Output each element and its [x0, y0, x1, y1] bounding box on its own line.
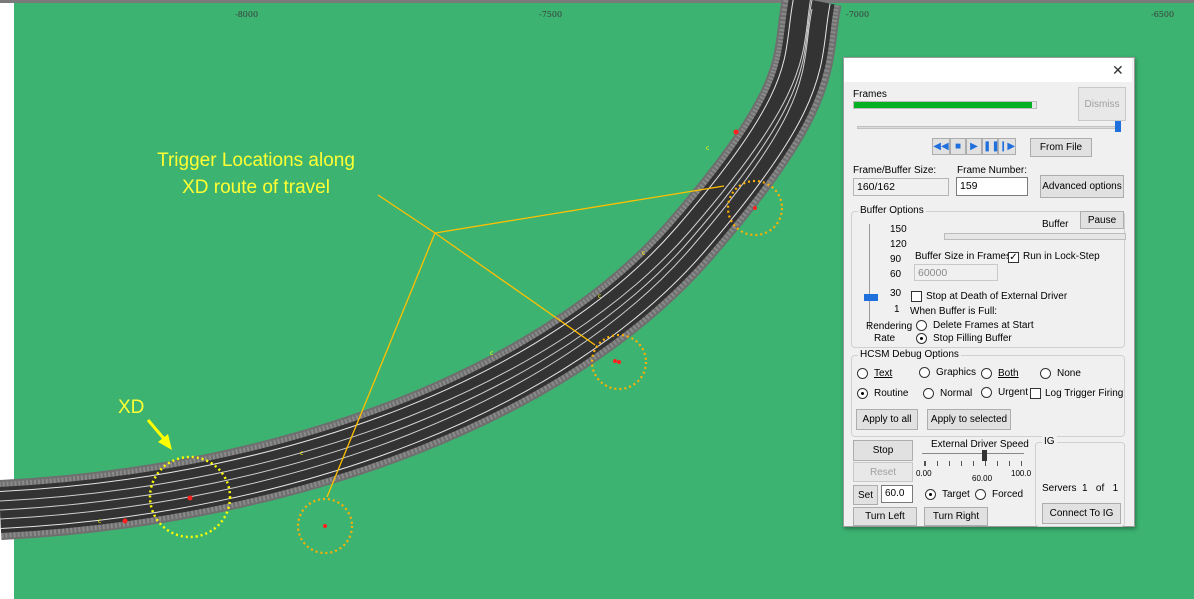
simulation-control-panel: ✕ Frames Dismiss ◀◀ ■ ▶ ❚❚ ❙▶ From File … [843, 57, 1135, 527]
speed-slider-ticks [924, 461, 1022, 466]
delete-frames-radio[interactable] [916, 320, 927, 331]
step-forward-icon[interactable]: ❙▶ [998, 138, 1016, 155]
trigger-locations-label-line2: XD route of travel [182, 177, 330, 198]
hcsm-debug-title: HCSM Debug Options [858, 349, 961, 360]
rendering-rate-label: Rendering [866, 321, 913, 332]
rendering-rate-tick: 120 [890, 239, 907, 250]
hcsm-none-radio[interactable] [1040, 368, 1051, 379]
svg-text:c: c [706, 145, 709, 152]
stop-filling-label: Stop Filling Buffer [933, 333, 1012, 344]
buffer-label: Buffer [1042, 219, 1069, 230]
play-icon[interactable]: ▶ [966, 138, 982, 155]
hcsm-text-radio[interactable] [857, 368, 868, 379]
frames-slider-track[interactable] [857, 126, 1119, 129]
rendering-rate-track[interactable] [869, 224, 870, 330]
trigger-locations-label: Trigger Locations along [157, 150, 355, 171]
frame-buffer-size-field: 160/162 [853, 178, 949, 196]
panel-title-bar [844, 58, 1132, 82]
hcsm-graphics-radio[interactable] [919, 367, 930, 378]
buffer-options-title: Buffer Options [858, 205, 926, 216]
frame-buffer-size-label: Frame/Buffer Size: [853, 165, 937, 176]
frames-progress-bar [853, 101, 1037, 109]
stop-driver-button[interactable]: Stop [853, 440, 913, 461]
reset-button[interactable]: Reset [853, 462, 913, 482]
svg-text:c: c [490, 350, 493, 357]
speed-min-label: 0.00 [916, 469, 932, 478]
turn-left-button[interactable]: Turn Left [853, 507, 917, 526]
hcsm-routine-radio[interactable] [857, 388, 868, 399]
close-icon[interactable]: ✕ [1112, 62, 1124, 79]
xd-label: XD [118, 397, 144, 418]
dismiss-button[interactable]: Dismiss [1078, 87, 1126, 121]
speed-slider-track[interactable] [922, 453, 1024, 454]
buffer-size-field: 60000 [914, 264, 998, 281]
lock-step-label: Run in Lock-Step [1023, 251, 1100, 262]
frame-number-field[interactable]: 159 [956, 177, 1028, 196]
stop-icon[interactable]: ■ [950, 138, 966, 155]
hcsm-text-label: Text [874, 368, 893, 379]
hcsm-none-label: None [1057, 368, 1081, 379]
rendering-rate-tick: 1 [894, 304, 900, 315]
hcsm-graphics-label: Graphics [936, 367, 977, 378]
external-driver-speed-label: External Driver Speed [931, 439, 1029, 450]
target-radio[interactable] [925, 489, 936, 500]
svg-text:c: c [98, 518, 101, 525]
hcsm-routine-label: Routine [874, 388, 909, 399]
rendering-rate-tick: 150 [890, 224, 907, 235]
hcsm-normal-radio[interactable] [923, 388, 934, 399]
rendering-rate-label-line2: Rate [874, 333, 896, 344]
set-button[interactable]: Set [853, 485, 878, 505]
from-file-button[interactable]: From File [1030, 138, 1092, 157]
ruler-border [0, 0, 1194, 3]
stop-filling-radio[interactable] [916, 333, 927, 344]
playback-controls: ◀◀ ■ ▶ ❚❚ ❙▶ [932, 138, 1016, 155]
log-trigger-checkbox[interactable] [1030, 388, 1041, 399]
rendering-rate-tick: 90 [890, 254, 902, 265]
rendering-rate-tick: 30 [890, 288, 902, 299]
ruler-tick-label: -8000 [235, 10, 258, 19]
stop-at-death-checkbox[interactable] [911, 291, 922, 302]
target-label: Target [942, 489, 970, 500]
rewind-icon[interactable]: ◀◀ [932, 138, 950, 155]
set-speed-field[interactable]: 60.0 [881, 485, 913, 503]
frames-progress-fill [854, 102, 1033, 108]
frame-number-label: Frame Number: [957, 165, 1028, 176]
rendering-rate-tick: 60 [890, 269, 902, 280]
hcsm-urgent-label: Urgent [998, 387, 1029, 398]
svg-text:c: c [642, 250, 645, 257]
speed-slider-thumb[interactable] [982, 450, 987, 461]
log-trigger-label: Log Trigger Firing [1045, 388, 1124, 399]
pause-button[interactable]: Pause [1080, 211, 1124, 229]
buffer-size-label: Buffer Size in Frames [915, 251, 1011, 262]
connect-to-ig-button[interactable]: Connect To IG [1042, 503, 1121, 524]
when-buffer-full-label: When Buffer is Full: [910, 306, 998, 317]
speed-mid-label: 60.00 [972, 474, 993, 483]
advanced-options-button[interactable]: Advanced options [1040, 175, 1124, 198]
hcsm-both-label: Both [998, 368, 1019, 379]
ruler-tick-label: -7500 [539, 10, 562, 19]
hcsm-urgent-radio[interactable] [981, 387, 992, 398]
rendering-rate-thumb[interactable] [864, 294, 878, 301]
servers-count: Servers 1 of 1 [1042, 483, 1119, 494]
hcsm-both-radio[interactable] [981, 368, 992, 379]
apply-to-all-button[interactable]: Apply to all [856, 409, 918, 430]
delete-frames-label: Delete Frames at Start [933, 320, 1034, 331]
frames-label: Frames [853, 89, 887, 100]
ruler-tick-label: -6500 [1151, 10, 1174, 19]
apply-to-selected-button[interactable]: Apply to selected [927, 409, 1011, 430]
forced-label: Forced [992, 489, 1024, 500]
frames-slider-thumb[interactable] [1115, 121, 1121, 132]
ig-title: IG [1042, 436, 1057, 447]
stop-at-death-label: Stop at Death of External Driver [926, 291, 1068, 302]
forced-radio[interactable] [975, 489, 986, 500]
turn-right-button[interactable]: Turn Right [924, 507, 988, 526]
ruler-tick-label: -7000 [846, 10, 869, 19]
pause-icon[interactable]: ❚❚ [982, 138, 1000, 155]
speed-max-label: 100.0 [1011, 469, 1032, 478]
svg-text:c: c [598, 293, 601, 300]
hcsm-normal-label: Normal [940, 388, 973, 399]
buffer-progress-bar [944, 233, 1126, 240]
lock-step-checkbox[interactable]: ✓ [1008, 252, 1019, 263]
svg-text:c: c [300, 450, 303, 457]
